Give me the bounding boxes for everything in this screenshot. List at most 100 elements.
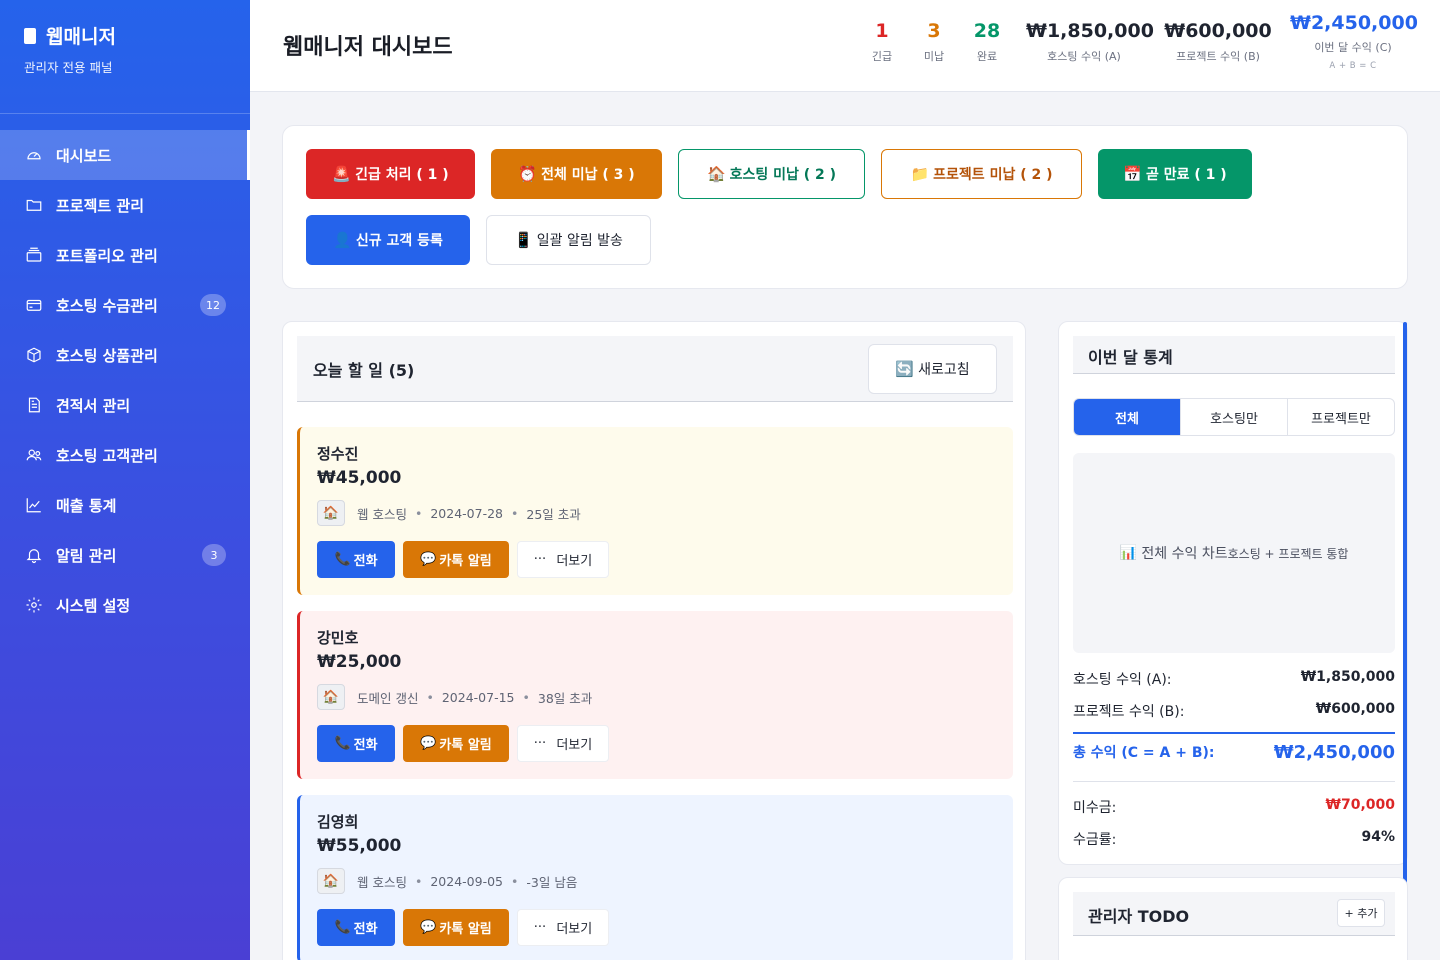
brand-title[interactable]: 웹매니저: [24, 22, 226, 49]
add-todo-button[interactable]: + 추가: [1337, 899, 1385, 927]
button-label: 전화: [353, 922, 378, 937]
stats-filter-tabs: 전체 호스팅만 프로젝트만: [1073, 398, 1395, 436]
stat-label: 호스팅 수익 (A): [1047, 50, 1121, 63]
new-customer-button[interactable]: 👤 신규 고객 등록: [306, 215, 470, 265]
stat-value: ₩1,850,000: [1026, 20, 1154, 42]
button-label: 프로젝트 미납 ( 2 ): [933, 167, 1053, 183]
today-tasks-header: 오늘 할 일 (5) 🔄 새로고침: [297, 336, 1013, 402]
button-label: 전화: [353, 554, 378, 569]
folder-icon: [24, 195, 44, 215]
today-tasks-panel: 오늘 할 일 (5) 🔄 새로고침 정수진 ₩45,000 🏠 웹 호스팅 • …: [282, 321, 1026, 960]
button-label: 카톡 알림: [439, 922, 492, 937]
unpaid-all-button[interactable]: ⏰ 전체 미납 ( 3 ): [491, 149, 662, 199]
admin-todo-panel: 관리자 TODO + 추가: [1058, 877, 1408, 960]
task-card[interactable]: 강민호 ₩25,000 🏠 도메인 갱신 • 2024-07-15 • 38일 …: [297, 611, 1013, 779]
kakao-notify-button[interactable]: 💬 카톡 알림: [403, 909, 509, 946]
revenue-chart-placeholder: 📊 전체 수익 차트 호스팅 + 프로젝트 통합: [1073, 453, 1395, 653]
stat-urgent[interactable]: 1 긴급: [864, 20, 900, 64]
expiring-button[interactable]: 📅 곧 만료 ( 1 ): [1098, 149, 1252, 199]
scrollbar[interactable]: [1403, 322, 1407, 888]
row-label: 호스팅 수익 (A):: [1073, 672, 1172, 688]
stat-label: 완료: [976, 50, 998, 63]
top-header: 웹매니저 대시보드 1 긴급 3 미납 28 완료 ₩1,850,000 호스팅…: [250, 0, 1440, 92]
row-label: 수금률:: [1073, 832, 1117, 848]
button-label: 카톡 알림: [439, 554, 492, 569]
sidebar-item-label: 포트폴리오 관리: [56, 246, 158, 265]
stat-unpaid[interactable]: 3 미납: [916, 20, 952, 64]
stat-project-revenue[interactable]: ₩600,000 프로젝트 수익 (B): [1162, 20, 1274, 64]
separator: •: [426, 689, 434, 705]
stat-completed[interactable]: 28 완료: [967, 20, 1007, 64]
user-icon: 👤: [333, 231, 352, 249]
kakao-notify-button[interactable]: 💬 카톡 알림: [403, 541, 509, 578]
sidebar-item-settings[interactable]: 시스템 설정: [0, 580, 250, 630]
sidebar-item-projects[interactable]: 프로젝트 관리: [0, 180, 250, 230]
bulk-notify-button[interactable]: 📱 일괄 알림 발송: [486, 215, 651, 265]
sidebar-item-hosting-products[interactable]: 호스팅 상품관리: [0, 330, 250, 380]
button-label: 더보기: [556, 554, 593, 569]
document-icon: [24, 395, 44, 415]
due-date: 2024-09-05: [430, 873, 504, 889]
stat-hosting-revenue[interactable]: ₩1,850,000 호스팅 수익 (A): [1026, 20, 1154, 64]
call-button[interactable]: 📞 전화: [317, 541, 395, 578]
separator: •: [522, 689, 530, 705]
phone-icon: 📞: [334, 920, 351, 935]
task-actions: 📞 전화 💬 카톡 알림 ··· 더보기: [317, 909, 609, 946]
due-status: 38일 초과: [537, 690, 593, 706]
sidebar-item-customers[interactable]: 호스팅 고객관리: [0, 430, 250, 480]
sidebar-item-dashboard[interactable]: 대시보드: [0, 130, 250, 180]
tab-all[interactable]: 전체: [1074, 399, 1181, 435]
service-type: 웹 호스팅: [357, 874, 407, 890]
sidebar-item-sales-stats[interactable]: 매출 통계: [0, 480, 250, 530]
unpaid-hosting-button[interactable]: 🏠 호스팅 미납 ( 2 ): [678, 149, 865, 199]
quick-actions: 🚨 긴급 처리 ( 1 ) ⏰ 전체 미납 ( 3 ) 🏠 호스팅 미납 ( 2…: [282, 125, 1408, 289]
kakao-notify-button[interactable]: 💬 카톡 알림: [403, 725, 509, 762]
stat-label: 이번 달 수익 (C): [1314, 41, 1392, 54]
tab-project-only[interactable]: 프로젝트만: [1288, 399, 1394, 435]
ellipsis-icon: ···: [533, 736, 547, 751]
chart-sublabel: 호스팅 + 프로젝트 통합: [1227, 546, 1349, 561]
house-icon: 🏠: [317, 868, 345, 894]
tab-hosting-only[interactable]: 호스팅만: [1181, 399, 1288, 435]
todo-header: 관리자 TODO + 추가: [1073, 892, 1395, 936]
due-date: 2024-07-15: [441, 689, 515, 705]
button-label: 더보기: [556, 738, 593, 753]
more-button[interactable]: ··· 더보기: [517, 541, 609, 578]
customer-name: 김영희: [317, 813, 359, 831]
sidebar-item-portfolio[interactable]: 포트폴리오 관리: [0, 230, 250, 280]
refresh-button[interactable]: 🔄 새로고침: [868, 344, 997, 394]
row-value: 94%: [1361, 829, 1395, 845]
button-label: 호스팅 미납 ( 2 ): [729, 167, 837, 183]
sidebar-item-quotes[interactable]: 견적서 관리: [0, 380, 250, 430]
task-amount: ₩55,000: [317, 836, 402, 856]
task-card[interactable]: 김영희 ₩55,000 🏠 웹 호스팅 • 2024-09-05 • -3일 남…: [297, 795, 1013, 960]
service-type: 웹 호스팅: [357, 506, 407, 522]
count-badge: 12: [200, 294, 226, 316]
sidebar-item-notifications[interactable]: 알림 관리 3: [0, 530, 250, 580]
button-label: 전화: [353, 738, 378, 753]
due-status: 25일 초과: [526, 506, 581, 522]
count-badge: 3: [202, 544, 226, 566]
total-divider: [1073, 732, 1395, 734]
task-card[interactable]: 정수진 ₩45,000 🏠 웹 호스팅 • 2024-07-28 • 25일 초…: [297, 427, 1013, 595]
ellipsis-icon: ···: [533, 920, 547, 935]
more-button[interactable]: ··· 더보기: [517, 909, 609, 946]
phone-icon: 📞: [334, 552, 351, 567]
urgent-button[interactable]: 🚨 긴급 처리 ( 1 ): [306, 149, 475, 199]
sidebar-item-hosting-billing[interactable]: 호스팅 수금관리 12: [0, 280, 250, 330]
stat-monthly-revenue[interactable]: ₩2,450,000 이번 달 수익 (C) A + B = C: [1290, 12, 1418, 71]
phone-icon: 📞: [334, 736, 351, 751]
task-meta: 🏠 도메인 갱신 • 2024-07-15 • 38일 초과: [317, 684, 592, 710]
logo-icon: [24, 27, 36, 44]
row-value: ₩70,000: [1325, 797, 1395, 813]
more-button[interactable]: ··· 더보기: [517, 725, 609, 762]
app-title: 웹매니저: [46, 26, 116, 48]
call-button[interactable]: 📞 전화: [317, 909, 395, 946]
page-title: 웹매니저 대시보드: [283, 35, 453, 60]
row-label: 프로젝트 수익 (B):: [1073, 704, 1185, 720]
stats-title: 이번 달 통계: [1088, 348, 1173, 367]
call-button[interactable]: 📞 전화: [317, 725, 395, 762]
refresh-icon: 🔄: [895, 360, 915, 378]
unpaid-project-button[interactable]: 📁 프로젝트 미납 ( 2 ): [881, 149, 1082, 199]
task-meta: 🏠 웹 호스팅 • 2024-07-28 • 25일 초과: [317, 500, 581, 526]
